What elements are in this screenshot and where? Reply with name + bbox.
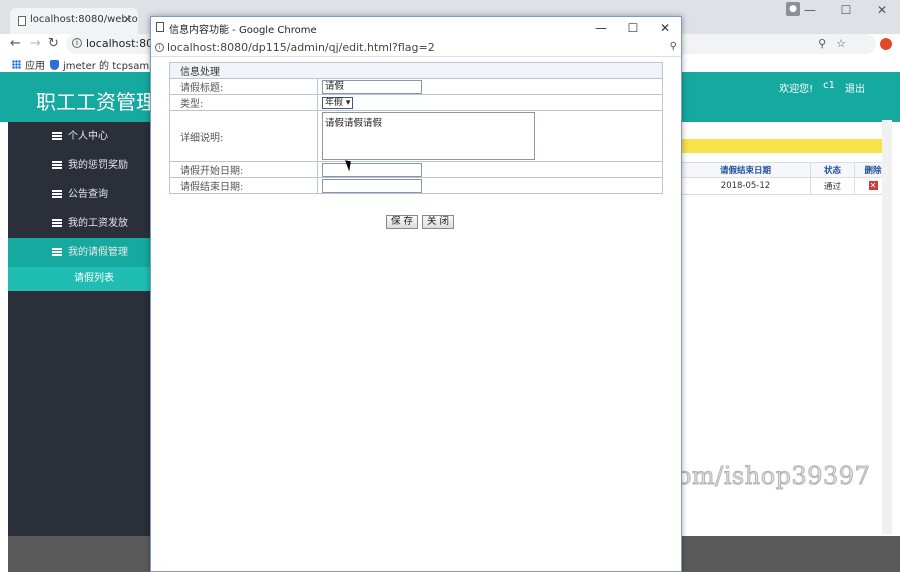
form-heading: 信息处理	[169, 62, 663, 79]
start-date-input[interactable]	[322, 162, 422, 177]
chevron-down-icon: ▾	[345, 97, 351, 108]
apps-grid-icon	[12, 60, 21, 69]
stack-icon	[52, 219, 62, 227]
minimize-icon[interactable]: —	[585, 17, 617, 39]
zoom-icon[interactable]: ⚲	[818, 37, 826, 50]
stack-icon	[52, 190, 62, 198]
sidebar-item-leave[interactable]: 我的请假管理	[8, 238, 150, 267]
info-icon[interactable]: i	[155, 43, 164, 52]
bookmark-apps[interactable]: 应用	[12, 57, 45, 72]
browser-tab[interactable]: localhost:8080/webtoo ✕	[10, 8, 138, 34]
field-cell: 请假	[317, 78, 663, 95]
sidebar: 个人中心 我的惩罚奖励 公告查询 我的工资发放 我的请假管理 请假列表	[8, 122, 150, 536]
popup-window: 信息内容功能 - Google Chrome — ☐ ✕ i localhost…	[150, 16, 682, 572]
popup-titlebar: 信息内容功能 - Google Chrome — ☐ ✕	[151, 17, 681, 39]
sidebar-item-salary[interactable]: 我的工资发放	[8, 209, 150, 238]
field-cell: 请假请假请假	[317, 110, 663, 162]
maximize-icon[interactable]: ☐	[828, 0, 864, 22]
window-controls: — ☐ ✕	[792, 0, 900, 22]
field-label: 请假开始日期:	[169, 161, 318, 178]
app-title: 职工工资管理	[36, 90, 156, 114]
form-heading-row: 信息处理	[169, 62, 663, 79]
sidebar-item-rewards[interactable]: 我的惩罚奖励	[8, 151, 150, 180]
delete-icon[interactable]: ✕	[868, 181, 878, 190]
form-row-start-date: 请假开始日期:	[169, 161, 663, 178]
sidebar-subitem-leave-list[interactable]: 请假列表	[8, 267, 150, 291]
minimize-icon[interactable]: —	[792, 0, 828, 22]
stack-icon	[52, 248, 62, 256]
sidebar-item-label: 个人中心	[68, 131, 108, 142]
form-row-type: 类型: 年假 ▾	[169, 94, 663, 111]
column-header: 状态	[810, 162, 855, 178]
back-icon[interactable]: ←	[10, 36, 21, 51]
notice-bar	[680, 139, 892, 153]
sidebar-item-label: 我的工资发放	[68, 218, 128, 229]
edit-form: 信息处理 请假标题: 请假 类型: 年假 ▾ 详细说明: 请假请假请假 请假开始…	[169, 62, 663, 194]
user-area: 欢迎您! c1 退出	[779, 80, 865, 95]
sidebar-item-label: 我的惩罚奖励	[68, 160, 128, 171]
form-row-title: 请假标题: 请假	[169, 78, 663, 95]
end-date-cell: 2018-05-12	[680, 177, 811, 195]
field-label: 请假标题:	[169, 78, 318, 95]
extension-icon[interactable]	[880, 38, 892, 50]
form-actions: 保 存 关 闭	[386, 215, 455, 229]
sidebar-item-profile[interactable]: 个人中心	[8, 122, 150, 151]
sidebar-item-label: 我的请假管理	[68, 247, 128, 258]
title-input[interactable]: 请假	[322, 79, 422, 94]
close-tab-icon[interactable]: ✕	[123, 13, 132, 26]
type-select-value: 年假	[325, 97, 344, 108]
status-cell: 通过	[810, 177, 855, 195]
page-icon	[156, 22, 164, 32]
stack-icon	[52, 161, 62, 169]
end-date-input[interactable]	[322, 178, 422, 193]
logout-link[interactable]: 退出	[845, 80, 865, 95]
close-button[interactable]: 关 闭	[422, 215, 455, 229]
forward-icon[interactable]: →	[30, 36, 41, 51]
sidebar-item-notices[interactable]: 公告查询	[8, 180, 150, 209]
field-label: 类型:	[169, 94, 318, 111]
bookmark-label: 应用	[25, 61, 45, 72]
leave-table: 请假结束日期 状态 删除 2018-05-12 通过 ✕	[680, 162, 892, 195]
shield-icon	[50, 59, 59, 70]
bookmark-star-icon[interactable]: ☆	[836, 37, 846, 50]
field-cell	[317, 177, 663, 194]
field-cell	[317, 161, 663, 178]
table-header-row: 请假结束日期 状态 删除	[680, 162, 892, 178]
page-icon	[18, 16, 26, 26]
maximize-icon[interactable]: ☐	[617, 17, 649, 39]
popup-address-bar[interactable]: i localhost:8080/dp115/admin/qj/edit.htm…	[151, 39, 681, 57]
popup-url-text: localhost:8080/dp115/admin/qj/edit.html?…	[167, 41, 435, 54]
form-row-end-date: 请假结束日期:	[169, 177, 663, 194]
welcome-text: 欢迎您!	[779, 84, 814, 95]
info-icon[interactable]: i	[72, 38, 82, 48]
column-header: 请假结束日期	[680, 162, 811, 178]
table-row: 2018-05-12 通过 ✕	[680, 177, 892, 195]
reload-icon[interactable]: ↻	[48, 36, 59, 51]
close-window-icon[interactable]: ✕	[864, 0, 900, 22]
popup-title: 信息内容功能 - Google Chrome	[169, 25, 317, 36]
sidebar-item-label: 公告查询	[68, 189, 108, 200]
zoom-icon[interactable]: ⚲	[670, 41, 677, 52]
stack-icon	[52, 132, 62, 140]
description-textarea[interactable]: 请假请假请假	[322, 112, 535, 160]
save-button[interactable]: 保 存	[386, 215, 419, 229]
popup-window-controls: — ☐ ✕	[585, 17, 681, 39]
bookmark-jmeter[interactable]: jmeter 的 tcpsample	[50, 57, 164, 72]
form-row-description: 详细说明: 请假请假请假	[169, 110, 663, 162]
scrollbar[interactable]	[882, 120, 892, 534]
username: c1	[823, 80, 835, 91]
field-label: 详细说明:	[169, 110, 318, 162]
field-label: 请假结束日期:	[169, 177, 318, 194]
type-select[interactable]: 年假 ▾	[322, 96, 354, 109]
close-window-icon[interactable]: ✕	[649, 17, 681, 39]
field-cell: 年假 ▾	[317, 94, 663, 111]
